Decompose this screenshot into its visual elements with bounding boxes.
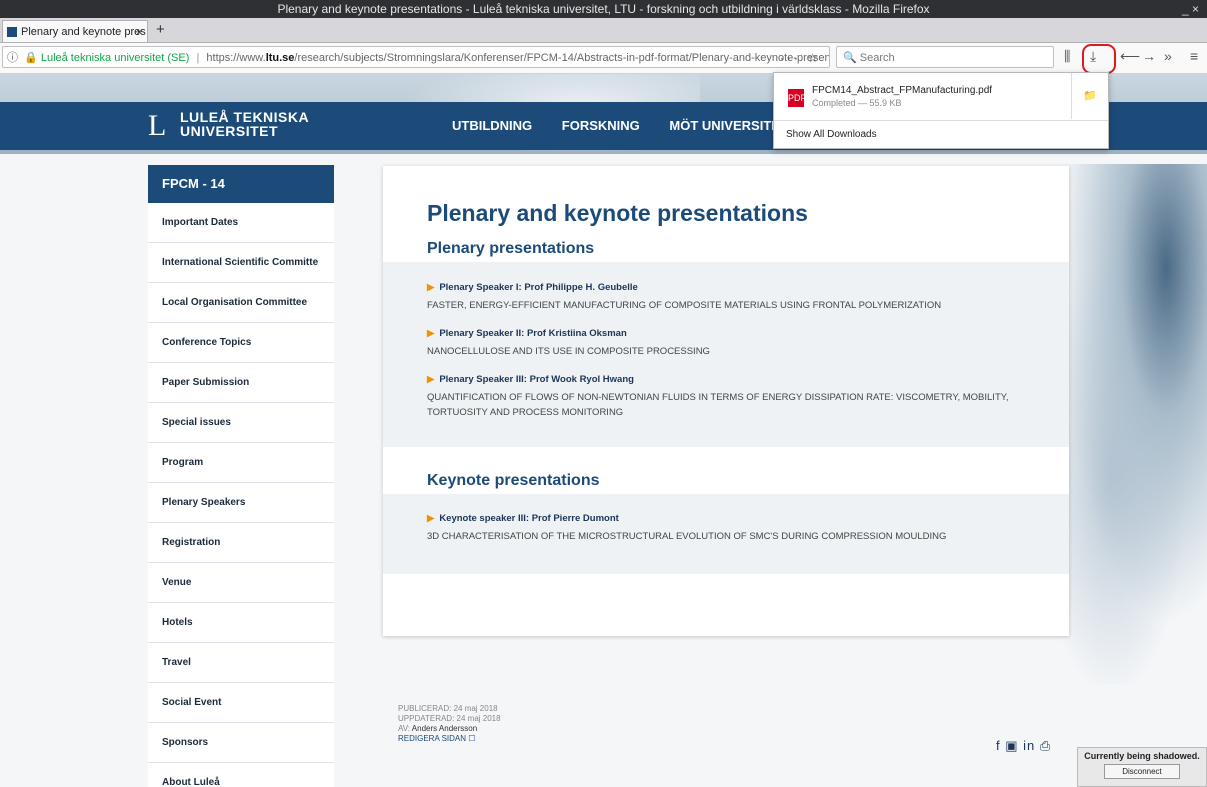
nav-mot-universitet[interactable]: MÖT UNIVERSITET <box>669 118 787 133</box>
sidebar-item-venue[interactable]: Venue <box>148 563 334 603</box>
url-bar[interactable]: ⓘ 🔒 Luleå tekniska universitet (SE) | ht… <box>2 46 830 68</box>
back-icon[interactable]: ⟵ <box>1120 48 1140 65</box>
tab-label: Plenary and keynote pres <box>21 26 146 38</box>
sidebar-item-plenary-speakers[interactable]: Plenary Speakers <box>148 483 334 523</box>
content-card: Plenary and keynote presentations Plenar… <box>383 166 1069 636</box>
page-actions-icon[interactable]: ··· ☆ <box>780 47 821 67</box>
nav-forskning[interactable]: FORSKNING <box>562 118 640 133</box>
page-title: Plenary and keynote presentations <box>427 200 808 226</box>
open-folder-icon[interactable]: 📁 <box>1071 73 1108 119</box>
search-input[interactable]: 🔍 Search <box>836 46 1054 68</box>
bullet-arrow-icon: ▶ <box>427 328 435 339</box>
overflow-icon[interactable]: » <box>1164 48 1172 64</box>
menu-icon[interactable]: ≡ <box>1190 48 1198 64</box>
library-icon[interactable]: ⫼ <box>1064 48 1070 65</box>
forward-icon[interactable]: → <box>1142 48 1156 64</box>
list-item: ▶ Keynote speaker III: Prof Pierre Dumont… <box>427 513 1047 544</box>
disconnect-button[interactable]: Disconnect <box>1104 764 1180 779</box>
sidebar-item-paper-submission[interactable]: Paper Submission <box>148 363 334 403</box>
sidebar-item-travel[interactable]: Travel <box>148 643 334 683</box>
ltu-favicon-icon <box>7 27 17 37</box>
list-item: ▶ Plenary Speaker II: Prof Kristiina Oksm… <box>427 328 1047 359</box>
keynote-topic: 3D CHARACTERISATION OF THE MICROSTRUCTUR… <box>427 531 947 542</box>
sidebar-item-program[interactable]: Program <box>148 443 334 483</box>
sidebar-item-registration[interactable]: Registration <box>148 523 334 563</box>
plenary-speaker-link[interactable]: Plenary Speaker I: Prof Philippe H. Geub… <box>439 282 638 293</box>
info-icon[interactable]: ⓘ <box>7 52 18 64</box>
tab-plenary[interactable]: Plenary and keynote pres × <box>2 20 148 42</box>
tab-strip: Plenary and keynote pres × + <box>0 18 1207 43</box>
downloads-highlight-circle <box>1082 44 1116 74</box>
web-page: L LULEÅ TEKNISKA UNIVERSITET UTBILDNING … <box>0 74 1207 787</box>
sidebar-item-local-committee[interactable]: Local Organisation Committee <box>148 283 334 323</box>
downloads-panel: PDF FPCM14_Abstract_FPManufacturing.pdf … <box>773 72 1109 149</box>
sidebar-item-scientific-committe[interactable]: International Scientific Committe <box>148 243 334 283</box>
bullet-arrow-icon: ▶ <box>427 513 435 524</box>
list-item: ▶ Plenary Speaker III: Prof Wook Ryol Hwa… <box>427 374 1047 420</box>
sidebar-item-important-dates[interactable]: Important Dates <box>148 203 334 243</box>
bullet-arrow-icon: ▶ <box>427 374 435 385</box>
plenary-topic: NANOCELLULOSE AND ITS USE IN COMPOSITE P… <box>427 346 710 357</box>
url-separator: | <box>196 52 200 64</box>
plenary-speaker-link[interactable]: Plenary Speaker III: Prof Wook Ryol Hwan… <box>439 374 634 385</box>
sidebar: FPCM - 14 Important Dates International … <box>148 165 334 787</box>
window-title: Plenary and keynote presentations - Lule… <box>277 2 930 16</box>
plenary-topic: FASTER, ENERGY-EFFICIENT MANUFACTURING O… <box>427 300 942 311</box>
shadow-session-notice: Currently being shadowed. Disconnect <box>1077 747 1207 787</box>
sidebar-item-conference-topics[interactable]: Conference Topics <box>148 323 334 363</box>
site-logo-text[interactable]: LULEÅ TEKNISKA UNIVERSITET <box>180 110 309 138</box>
author-name[interactable]: Anders Andersson <box>412 724 477 733</box>
author-label: AV: <box>398 724 412 733</box>
download-file-name[interactable]: FPCM14_Abstract_FPManufacturing.pdf <box>812 85 992 96</box>
sidebar-item-about-lulea[interactable]: About Luleå <box>148 763 334 787</box>
sidebar-header[interactable]: FPCM - 14 <box>148 165 334 203</box>
plenary-heading: Plenary presentations <box>427 240 595 257</box>
window-titlebar: Plenary and keynote presentations - Lule… <box>0 0 1207 18</box>
new-tab-button[interactable]: + <box>156 20 165 40</box>
updated-date: UPPDATERAD: 24 maj 2018 <box>398 714 501 723</box>
bullet-arrow-icon: ▶ <box>427 282 435 293</box>
keynote-speaker-link[interactable]: Keynote speaker III: Prof Pierre Dumont <box>439 513 619 524</box>
ltu-logo-icon[interactable]: L <box>148 109 166 143</box>
tab-close-icon[interactable]: × <box>136 21 143 42</box>
site-identity[interactable]: Luleå tekniska universitet (SE) <box>41 52 190 64</box>
url-text[interactable]: https://www.ltu.se/research/subjects/Str… <box>206 52 829 64</box>
window-controls[interactable]: _ × <box>1182 0 1199 18</box>
plenary-topic: QUANTIFICATION OF FLOWS OF NON-NEWTONIAN… <box>427 392 1009 418</box>
pdf-file-icon: PDF <box>788 89 806 107</box>
edit-page-link[interactable]: REDIGERA SIDAN ☐ <box>398 734 501 744</box>
keynote-heading: Keynote presentations <box>427 472 600 489</box>
shadow-message: Currently being shadowed. <box>1084 751 1200 761</box>
page-meta: PUBLICERAD: 24 maj 2018 UPPDATERAD: 24 m… <box>398 704 501 744</box>
navigation-toolbar: ⓘ 🔒 Luleå tekniska universitet (SE) | ht… <box>0 43 1207 74</box>
lock-icon: 🔒 <box>24 52 38 64</box>
show-all-downloads-button[interactable]: Show All Downloads <box>774 120 1108 148</box>
search-icon: 🔍 <box>843 52 857 64</box>
sidebar-item-hotels[interactable]: Hotels <box>148 603 334 643</box>
main-nav: UTBILDNING FORSKNING MÖT UNIVERSITET <box>452 118 814 133</box>
nav-utbildning[interactable]: UTBILDNING <box>452 118 532 133</box>
sidebar-item-social-event[interactable]: Social Event <box>148 683 334 723</box>
sidebar-item-special-issues[interactable]: Special issues <box>148 403 334 443</box>
social-share-icons[interactable]: f ▣ in ⎙ <box>996 738 1051 754</box>
sidebar-item-sponsors[interactable]: Sponsors <box>148 723 334 763</box>
search-placeholder: Search <box>859 52 895 64</box>
list-item: ▶ Plenary Speaker I: Prof Philippe H. Geu… <box>427 282 1047 313</box>
download-status: Completed — 55.9 KB <box>812 98 902 108</box>
published-date: PUBLICERAD: 24 maj 2018 <box>398 704 498 713</box>
plenary-speaker-link[interactable]: Plenary Speaker II: Prof Kristiina Oksma… <box>439 328 626 339</box>
